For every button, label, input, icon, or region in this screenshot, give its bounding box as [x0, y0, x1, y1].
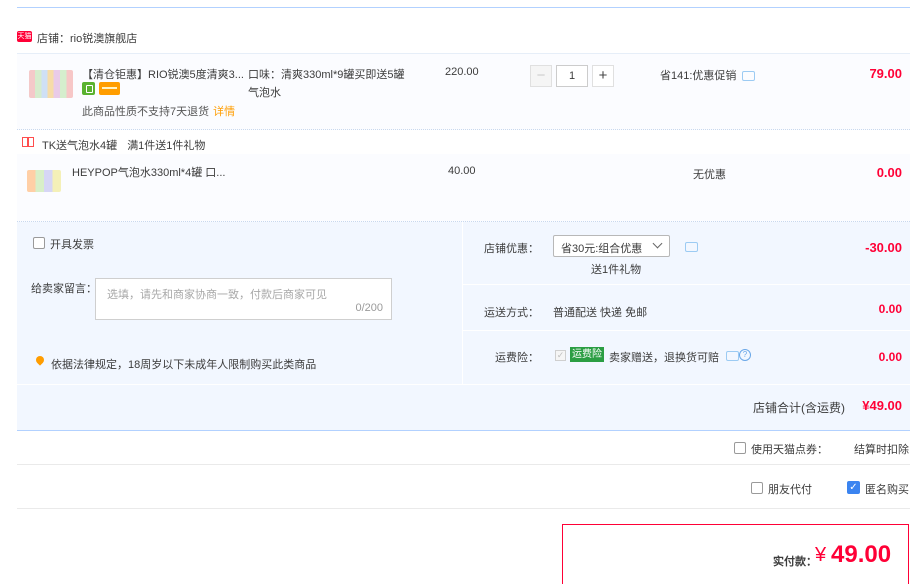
gift-promotion-header: TK送气泡水4罐 满1件送1件礼物 [17, 135, 910, 153]
friend-pay-label[interactable]: 朋友代付 [768, 481, 812, 497]
shop-header: 天猫 店铺：rio锐澳旗舰店 [17, 26, 910, 52]
tmall-coupon-checkbox[interactable] [734, 442, 746, 454]
chevron-down-icon [652, 238, 663, 249]
seller-message-label: 给卖家留言： [31, 283, 97, 295]
product-image[interactable] [29, 70, 73, 98]
legal-notice: 依据法律规定，18周岁以下未成年人限制购买此类商品 [51, 359, 317, 371]
shop-discount-amount: -30.00 [865, 240, 902, 255]
message-char-count: 0/200 [355, 302, 383, 314]
shipping-insurance-label: 运费险： [495, 352, 539, 364]
shop-total-amount: ¥49.00 [862, 398, 902, 413]
order-options-panel: 开具发票 给卖家留言： 选填，请先和商家协商一致，付款后商家可见 0/200 依… [17, 222, 910, 430]
anonymous-purchase-checkbox[interactable]: ✓ [847, 481, 860, 494]
shipping-insurance-amount: 0.00 [878, 350, 902, 364]
friend-pay-checkbox[interactable] [751, 482, 763, 494]
unit-price: 40.00 [448, 165, 476, 177]
shop-discount-select[interactable]: 省30元:组合优惠 [553, 235, 670, 257]
item-promotion: 无优惠 [693, 169, 726, 181]
panel-divider [462, 222, 463, 384]
payment-amount: 49.00 [831, 541, 892, 568]
shipping-insurance-text: 卖家赠送，退换货可赔 [609, 352, 719, 364]
chat-icon[interactable] [726, 351, 739, 361]
shop-discount-label: 店铺优惠： [484, 243, 539, 255]
payment-summary: 实付款： ¥ 49.00 [562, 524, 909, 584]
divider [463, 330, 910, 331]
divider [17, 464, 910, 465]
payment-label: 实付款： [773, 556, 817, 568]
quantity-input[interactable]: 1 [556, 65, 588, 87]
shipping-method: 普通配送 快递 免邮 [553, 307, 648, 319]
product-title[interactable]: 【清仓钜惠】RIO锐澳5度清爽3... [82, 66, 247, 82]
credit-card-icon [99, 82, 120, 95]
shipping-label: 运送方式： [484, 307, 539, 319]
chat-icon[interactable] [685, 242, 698, 252]
return-policy-note: 此商品性质不支持7天退货 详情 [82, 106, 236, 118]
cart-item-rio: 【清仓钜惠】RIO锐澳5度清爽3... 此商品性质不支持7天退货 详情 口味：清爽… [17, 53, 910, 130]
payment-currency: ¥ [815, 544, 827, 566]
seller-message-input[interactable]: 选填，请先和商家协商一致，付款后商家可见 0/200 [95, 278, 392, 320]
shipping-insurance-badge: 运费险 [570, 347, 604, 362]
tmall-coupon-note: 结算时扣除 [854, 444, 909, 456]
divider [17, 508, 910, 509]
item-subtotal: 0.00 [876, 165, 902, 180]
table-header-border [17, 7, 910, 8]
product-attributes: 口味：清爽330ml*9罐买即送5罐气泡水 [248, 69, 405, 99]
anonymous-purchase-label[interactable]: 匿名购买 [865, 481, 909, 497]
shipping-insurance-checkbox[interactable]: ✓ [555, 350, 566, 361]
product-title[interactable]: HEYPOP气泡水330ml*4罐 口... [72, 164, 225, 180]
decrease-quantity-button[interactable]: − [530, 65, 552, 87]
unit-price: 220.00 [445, 66, 479, 78]
chat-icon[interactable] [742, 71, 756, 81]
cart-item-heypop: HEYPOP气泡水330ml*4罐 口... 40.00 无优惠 0.00 [17, 154, 910, 222]
divider [463, 284, 910, 285]
message-placeholder: 选填，请先和商家协商一致，付款后商家可见 [107, 289, 327, 301]
increase-quantity-button[interactable]: + [592, 65, 614, 87]
tmall-icon: 天猫 [17, 31, 32, 42]
shop-name[interactable]: 店铺：rio锐澳旗舰店 [37, 30, 137, 46]
invoice-checkbox[interactable] [33, 237, 45, 249]
item-subtotal: 79.00 [869, 66, 902, 81]
divider [17, 384, 910, 385]
invoice-label[interactable]: 开具发票 [50, 236, 94, 252]
gift-icon [22, 137, 34, 147]
detail-link[interactable]: 详情 [213, 106, 235, 118]
product-image[interactable] [27, 170, 61, 192]
shop-discount-value: 省30元:组合优惠 [561, 243, 643, 255]
panel-bottom-border [17, 430, 910, 431]
tmall-coupon-label[interactable]: 使用天猫点券： [751, 441, 828, 457]
shop-total-label: 店铺合计(含运费) [753, 401, 845, 415]
warning-bulb-icon [34, 354, 46, 366]
gift-condition: 满1件送1件礼物 [127, 140, 206, 152]
shipping-amount: 0.00 [878, 302, 902, 316]
help-icon[interactable]: ? [739, 349, 751, 361]
service-badge-icon [82, 82, 95, 95]
gift-title: TK送气泡水4罐 [42, 140, 118, 152]
shop-discount-gift-note: 送1件礼物 [591, 264, 642, 276]
item-promotion: 省141:优惠促销 [660, 67, 756, 83]
